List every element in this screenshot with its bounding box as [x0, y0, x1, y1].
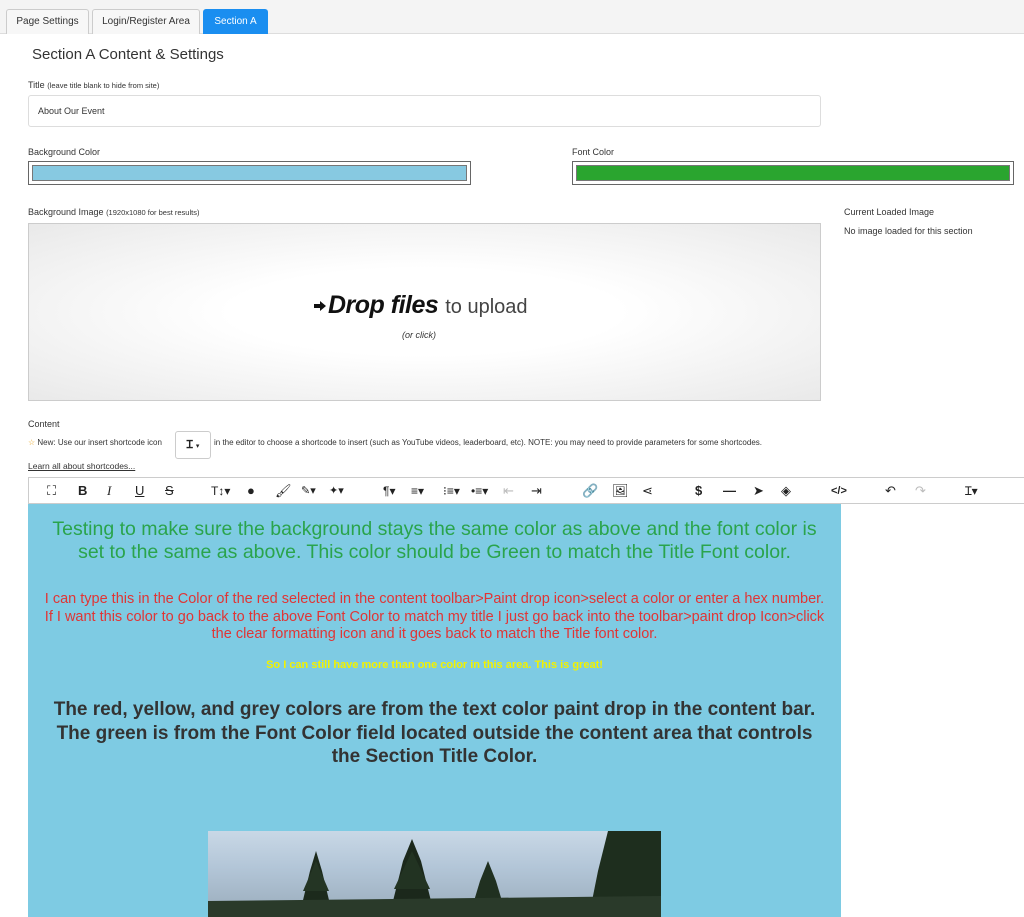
eraser-icon[interactable]: ◈: [781, 482, 791, 500]
undo-icon[interactable]: ↶: [885, 482, 896, 500]
caret-down-icon: ▾: [195, 443, 200, 450]
tab-page-settings[interactable]: Page Settings: [6, 9, 89, 34]
ordered-list-icon[interactable]: ⁝≡▾: [443, 482, 460, 500]
shortcode-note-prefix: ☆ New: Use our insert shortcode icon: [28, 438, 162, 447]
underline-icon[interactable]: U: [135, 482, 144, 500]
tab-section-a[interactable]: Section A: [203, 9, 268, 34]
cursor-icon[interactable]: ➤: [753, 482, 764, 500]
magic-icon[interactable]: ✦▾: [329, 482, 344, 500]
strikethrough-icon[interactable]: S: [165, 482, 174, 500]
arrow-right-icon: [314, 301, 326, 312]
shortcode-note-prefix-text: New: Use our insert shortcode icon: [37, 438, 162, 447]
editor-yellow-text: So I can still have more than one color …: [266, 659, 603, 671]
redo-icon[interactable]: ↷: [915, 482, 926, 500]
bold-icon[interactable]: B: [78, 482, 87, 500]
indent-icon[interactable]: ⇥: [531, 482, 542, 500]
background-image-label-text: Background Image: [28, 207, 104, 217]
shortcode-note-suffix: in the editor to choose a shortcode to i…: [214, 438, 762, 447]
content-editor[interactable]: Testing to make sure the background stay…: [28, 504, 841, 917]
editor-grey-text: The red, yellow, and grey colors are fro…: [53, 699, 816, 767]
pine-trees-image: [208, 831, 661, 917]
background-color-swatch: [32, 165, 467, 181]
file-dropzone[interactable]: Drop files to upload (or click): [28, 223, 821, 401]
content-label: Content: [28, 419, 60, 429]
current-image-label: Current Loaded Image: [844, 207, 935, 217]
text-color-icon[interactable]: ●: [247, 482, 255, 500]
learn-shortcodes-link[interactable]: Learn all about shortcodes...: [28, 461, 135, 471]
text-cursor-icon: Ɪ: [186, 439, 193, 451]
page-title: Section A Content & Settings: [32, 46, 224, 63]
font-color-field[interactable]: [572, 161, 1014, 185]
title-label-text: Title: [28, 80, 45, 90]
shortcode-icon[interactable]: Ɪ▾: [965, 482, 978, 500]
font-color-label: Font Color: [572, 147, 615, 157]
tab-bar: Page Settings Login/Register Area Sectio…: [0, 0, 1024, 34]
font-color-swatch: [576, 165, 1010, 181]
title-label: Title (leave title blank to hide from si…: [28, 80, 159, 90]
share-icon[interactable]: ⋖: [642, 482, 653, 500]
outdent-icon[interactable]: ⇤: [503, 482, 514, 500]
fullscreen-icon[interactable]: ⛶: [47, 482, 56, 500]
editor-toolbar: ⛶ B I U S T↕▾ ● 🖌 ✎▾ ✦▾ ¶▾ ≡▾ ⁝≡▾ •≡▾ ⇤ …: [28, 477, 1024, 504]
unordered-list-icon[interactable]: •≡▾: [471, 482, 488, 500]
editor-photo[interactable]: [208, 831, 661, 917]
drop-or-click: (or click): [402, 330, 436, 340]
current-image-status: No image loaded for this section: [844, 226, 973, 236]
font-size-icon[interactable]: T↕▾: [211, 482, 230, 500]
star-icon: ☆: [28, 438, 36, 447]
drop-files-bold: Drop files: [328, 291, 439, 319]
paragraph-icon[interactable]: ¶▾: [383, 482, 395, 500]
align-icon[interactable]: ≡▾: [411, 482, 424, 500]
title-hint: (leave title blank to hide from site): [47, 81, 160, 90]
dollar-icon[interactable]: $: [695, 482, 702, 500]
code-view-icon[interactable]: </>: [831, 482, 847, 500]
background-image-hint: (1920x1080 for best results): [106, 208, 200, 217]
brush-icon[interactable]: 🖌: [275, 482, 292, 500]
drop-files-text: Drop files to upload: [314, 291, 528, 320]
insert-shortcode-button[interactable]: Ɪ ▾: [175, 431, 211, 459]
background-image-label: Background Image (1920x1080 for best res…: [28, 207, 199, 217]
image-icon[interactable]: 🖼: [612, 482, 629, 500]
editor-red-text: I can type this in the Color of the red …: [44, 591, 825, 642]
background-color-field[interactable]: [28, 161, 471, 185]
editor-green-text: Testing to make sure the background stay…: [52, 518, 817, 563]
tab-login-register-area[interactable]: Login/Register Area: [92, 9, 200, 34]
link-icon[interactable]: 🔗: [582, 482, 598, 500]
drop-files-rest: to upload: [445, 296, 528, 318]
background-color-label: Background Color: [28, 147, 101, 157]
italic-icon[interactable]: I: [107, 482, 111, 500]
highlight-icon[interactable]: ✎▾: [301, 482, 316, 500]
title-input[interactable]: About Our Event: [28, 95, 821, 127]
horizontal-line-icon[interactable]: —: [723, 482, 736, 500]
